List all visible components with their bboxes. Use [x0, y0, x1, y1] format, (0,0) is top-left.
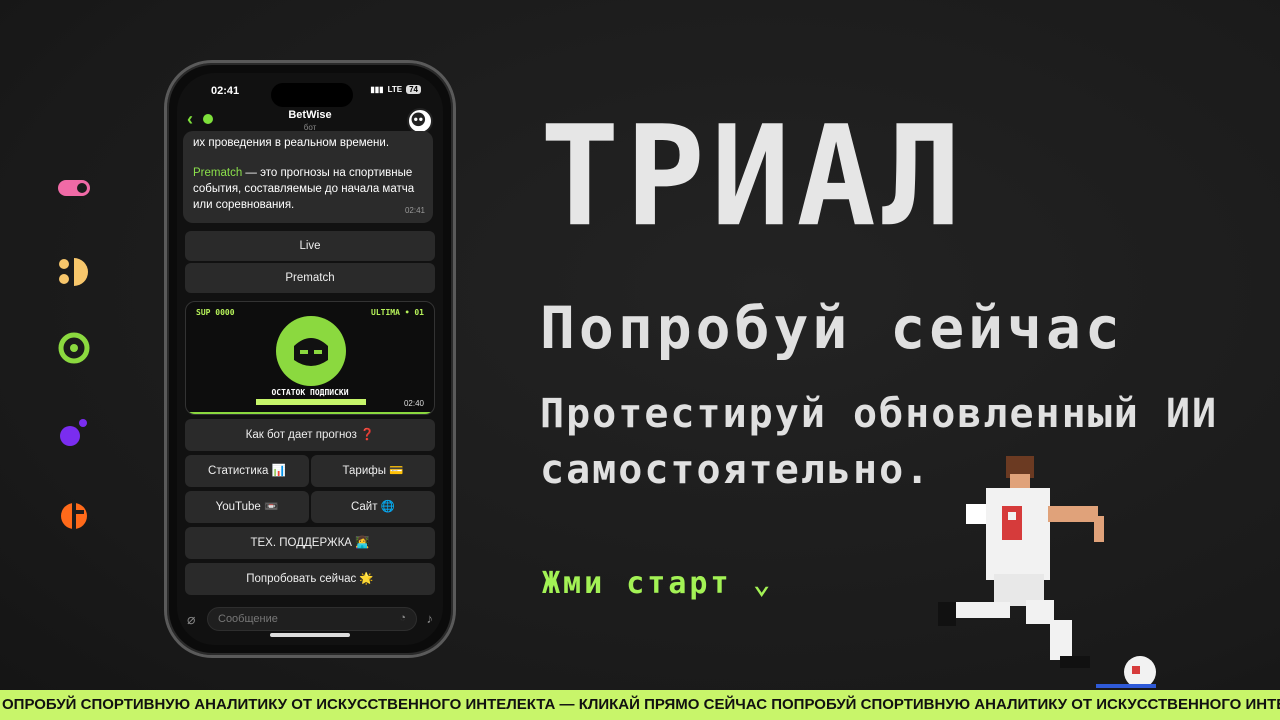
compose-bar: ⌀ Сообщение ◔ ♪ — [177, 605, 443, 635]
message-text-prematch: Prematch — это прогнозы на спортивные со… — [193, 165, 423, 213]
signal-icon: ▮▮▮ — [370, 85, 384, 94]
start-cta[interactable]: Жми старт ⌄ — [542, 566, 774, 601]
prematch-term[interactable]: Prematch — [193, 167, 242, 179]
message-bubble: их проведения в реальном времени. Premat… — [183, 131, 433, 223]
half-circle-icon[interactable] — [56, 254, 92, 290]
subscription-progress-bar — [256, 399, 366, 405]
sticker-icon[interactable]: ◔ — [399, 612, 406, 624]
youtube-button[interactable]: YouTube 📼 — [185, 491, 309, 523]
prematch-button[interactable]: Prematch — [185, 263, 435, 293]
orange-logo-icon[interactable] — [56, 498, 92, 534]
media-caption: ОСТАТОК ПОДПИСКИ — [271, 388, 349, 397]
tariffs-button[interactable]: Тарифы 💳 — [311, 455, 435, 487]
phone-mockup: 02:41 ▮▮▮ LTE 74 ‹ BetWise бот их провед… — [164, 60, 456, 658]
media-top-right-label: ULTIMA • 01 — [371, 308, 424, 317]
media-underline — [186, 412, 434, 414]
planet-icon[interactable] — [56, 414, 92, 450]
message-input[interactable]: Сообщение ◔ — [207, 607, 417, 631]
marquee-ticker: ОПРОБУЙ СПОРТИВНУЮ АНАЛИТИКУ ОТ ИСКУССТВ… — [0, 690, 1280, 720]
battery-icon: 74 — [406, 85, 421, 94]
live-button[interactable]: Live — [185, 231, 435, 261]
target-icon[interactable] — [56, 330, 92, 366]
attach-icon[interactable]: ⌀ — [187, 611, 195, 628]
hero-subtitle: Попробуй сейчас — [540, 294, 1124, 362]
message-time: 02:41 — [404, 206, 425, 215]
media-time: 02:40 — [403, 399, 424, 408]
support-button[interactable]: ТЕХ. ПОДДЕРЖКА 👩‍💻 — [185, 527, 435, 559]
microphone-icon[interactable]: ♪ — [427, 611, 434, 626]
how-bot-predicts-button[interactable]: Как бот дает прогноз ❓ — [185, 419, 435, 451]
chat-title[interactable]: BetWise — [177, 109, 443, 121]
status-indicators: ▮▮▮ LTE 74 — [370, 85, 421, 94]
site-button[interactable]: Сайт 🌐 — [311, 491, 435, 523]
phone-screen: 02:41 ▮▮▮ LTE 74 ‹ BetWise бот их провед… — [177, 73, 443, 645]
network-label: LTE — [387, 85, 403, 94]
status-time: 02:41 — [211, 85, 240, 97]
message-text-top: их проведения в реальном времени. — [193, 137, 390, 149]
hero-title: ТРИАЛ — [540, 96, 968, 258]
toggle-icon[interactable] — [56, 170, 92, 206]
subscription-media[interactable]: SUP 0000 ULTIMA • 01 ОСТАТОК ПОДПИСКИ 02… — [185, 301, 435, 415]
mascot-logo-icon — [276, 316, 346, 386]
pixel-football-player-icon — [938, 456, 1156, 688]
status-bar: 02:41 ▮▮▮ LTE 74 — [177, 79, 443, 105]
home-indicator — [270, 633, 350, 637]
try-now-button[interactable]: Попробовать сейчас 🌟 — [185, 563, 435, 595]
statistics-button[interactable]: Статистика 📊 — [185, 455, 309, 487]
media-top-left-label: SUP 0000 — [196, 308, 235, 317]
message-placeholder: Сообщение — [218, 613, 278, 625]
robot-face-icon — [411, 112, 426, 127]
